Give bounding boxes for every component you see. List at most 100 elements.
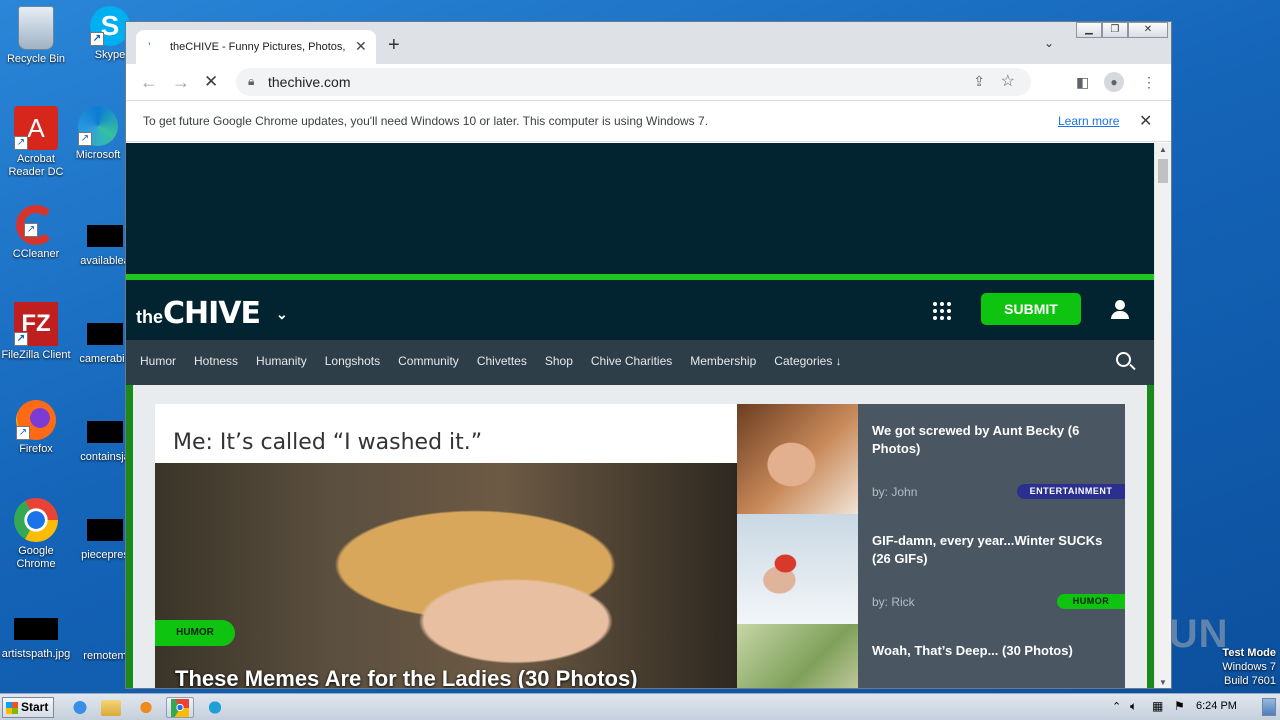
- learn-more-link[interactable]: Learn more: [1058, 114, 1119, 128]
- profile-icon[interactable]: ●: [1104, 72, 1124, 92]
- logo-chevron-down-icon[interactable]: ⌄: [276, 306, 288, 323]
- scroll-up-icon[interactable]: ▲: [1159, 145, 1167, 154]
- taskbar-media-player-icon[interactable]: [134, 697, 158, 718]
- update-infobar: To get future Google Chrome updates, you…: [126, 100, 1171, 142]
- acrobat-icon: A ↗: [14, 106, 58, 150]
- desktop-icon-firefox[interactable]: ↗ Firefox: [1, 400, 71, 456]
- side-panel-icon[interactable]: ◧: [1076, 74, 1089, 91]
- taskbar-explorer-icon[interactable]: [101, 700, 121, 716]
- tab-thechive[interactable]: ’ theCHIVE - Funny Pictures, Photos, ✕: [136, 30, 376, 64]
- ad-banner: [126, 143, 1154, 274]
- window-controls: ▁ ❐ ✕: [1076, 22, 1168, 38]
- file-icon: [87, 225, 123, 247]
- nav-longshots[interactable]: Longshots: [325, 354, 380, 368]
- tray-show-hidden-icon[interactable]: ⌃: [1112, 700, 1121, 713]
- scrollbar-thumb[interactable]: [1158, 159, 1168, 183]
- apps-grid-icon[interactable]: [933, 302, 951, 320]
- infobar-message: To get future Google Chrome updates, you…: [143, 114, 709, 128]
- chrome-icon: [14, 498, 58, 542]
- nav-community[interactable]: Community: [398, 354, 459, 368]
- file-icon: [87, 519, 123, 541]
- page-content: theCHIVE ⌄ SUBMIT Humor Hotness Humanity…: [126, 143, 1171, 688]
- article-card[interactable]: GIF-damn, every year...Winter SUCKs (26 …: [737, 514, 1125, 624]
- hero-image[interactable]: [155, 463, 737, 688]
- desktop-icon-recycle-bin[interactable]: Recycle Bin: [1, 6, 71, 66]
- thechive-logo[interactable]: theCHIVE ⌄: [136, 296, 288, 331]
- restore-button[interactable]: ❐: [1101, 22, 1128, 38]
- search-icon[interactable]: [1116, 352, 1136, 372]
- nav-humor[interactable]: Humor: [140, 354, 176, 368]
- file-icon: [87, 628, 123, 642]
- share-icon[interactable]: ⇪: [973, 73, 985, 90]
- article-thumbnail[interactable]: [737, 624, 858, 688]
- nav-chive-charities[interactable]: Chive Charities: [591, 354, 672, 368]
- tab-strip: ’ theCHIVE - Funny Pictures, Photos, ✕ +…: [126, 22, 1171, 64]
- minimize-button[interactable]: ▁: [1076, 22, 1102, 38]
- windows-test-mode-watermark: Test Mode Windows 7 Build 7601: [1222, 647, 1276, 687]
- lock-icon[interactable]: 🔒︎: [248, 74, 254, 89]
- nav-membership[interactable]: Membership: [690, 354, 756, 368]
- edge-icon: ↗: [78, 106, 118, 146]
- category-badge[interactable]: ENTERTAINMENT: [1017, 484, 1125, 499]
- nav-hotness[interactable]: Hotness: [194, 354, 238, 368]
- file-icon: [14, 618, 58, 640]
- hero-meme-caption: Me: It’s called “I washed it.”: [173, 430, 483, 455]
- close-window-button[interactable]: ✕: [1127, 22, 1168, 38]
- desktop-icon-chrome[interactable]: Google Chrome: [1, 498, 71, 571]
- tray-volume-icon[interactable]: 🔈︎: [1130, 699, 1137, 714]
- taskbar: Start ⌃ 🔈︎ ▦ ⚑ 6:24 PM: [0, 693, 1280, 720]
- start-button[interactable]: Start: [2, 697, 54, 718]
- hero-article[interactable]: Me: It’s called “I washed it.” HUMOR The…: [155, 404, 737, 688]
- tab-close-icon[interactable]: ✕: [355, 38, 367, 55]
- ccleaner-icon: ↗: [16, 205, 56, 245]
- firefox-icon: ↗: [16, 400, 56, 440]
- taskbar-ie-icon[interactable]: [68, 697, 92, 718]
- article-card[interactable]: Woah, That’s Deep... (30 Photos): [737, 624, 1125, 688]
- article-thumbnail[interactable]: [737, 514, 858, 624]
- address-bar[interactable]: 🔒︎ thechive.com ⇪ ☆: [236, 68, 1031, 96]
- page-scrollbar[interactable]: ▲ ▼: [1154, 143, 1171, 688]
- scroll-down-icon[interactable]: ▼: [1159, 678, 1167, 687]
- article-card[interactable]: We got screwed by Aunt Becky (6 Photos) …: [737, 404, 1125, 514]
- tab-search-chevron-icon[interactable]: ⌄: [1044, 36, 1054, 50]
- windows-logo-icon: [6, 702, 18, 714]
- tray-network-icon[interactable]: ▦: [1152, 699, 1163, 713]
- taskbar-chrome-icon[interactable]: [166, 697, 194, 718]
- article-title[interactable]: Woah, That’s Deep... (30 Photos): [872, 642, 1112, 660]
- nav-chivettes[interactable]: Chivettes: [477, 354, 527, 368]
- new-tab-button[interactable]: +: [388, 34, 400, 57]
- article-author: by: Rick: [872, 595, 915, 609]
- back-icon[interactable]: ←: [140, 72, 158, 93]
- show-desktop-button[interactable]: [1262, 698, 1276, 716]
- article-title[interactable]: We got screwed by Aunt Becky (6 Photos): [872, 422, 1112, 458]
- submit-button[interactable]: SUBMIT: [981, 293, 1081, 325]
- filezilla-icon: FZ ↗: [14, 302, 58, 346]
- loading-favicon-icon: ’: [148, 40, 151, 54]
- category-badge[interactable]: HUMOR: [1057, 594, 1125, 609]
- user-account-icon[interactable]: [1110, 300, 1130, 320]
- desktop-icon-acrobat[interactable]: A ↗ Acrobat Reader DC: [1, 106, 71, 179]
- nav-categories[interactable]: Categories ↓: [774, 354, 841, 368]
- desktop-icon-filezilla[interactable]: FZ ↗ FileZilla Client: [1, 302, 71, 362]
- nav-shop[interactable]: Shop: [545, 354, 573, 368]
- infobar-close-icon[interactable]: ✕: [1139, 111, 1152, 131]
- site-header: theCHIVE ⌄ SUBMIT: [126, 280, 1154, 340]
- hero-category-tag[interactable]: HUMOR: [155, 620, 235, 646]
- desktop-icon-ccleaner[interactable]: ↗ CCleaner: [1, 205, 71, 261]
- taskbar-edge-icon[interactable]: [203, 697, 227, 718]
- forward-icon[interactable]: →: [172, 72, 190, 93]
- menu-kebab-icon[interactable]: ⋮: [1142, 74, 1156, 91]
- url-text[interactable]: thechive.com: [268, 74, 350, 90]
- bookmark-star-icon[interactable]: ☆: [1001, 71, 1015, 91]
- site-nav: Humor Hotness Humanity Longshots Communi…: [126, 340, 1154, 385]
- nav-humanity[interactable]: Humanity: [256, 354, 307, 368]
- recycle-bin-icon: [18, 6, 54, 50]
- hero-headline[interactable]: These Memes Are for the Ladies (30 Photo…: [175, 666, 638, 688]
- desktop-icon-edge[interactable]: ↗ Microsoft: [63, 106, 133, 162]
- stop-loading-icon[interactable]: ✕: [204, 72, 218, 92]
- article-title[interactable]: GIF-damn, every year...Winter SUCKs (26 …: [872, 532, 1112, 568]
- taskbar-clock[interactable]: 6:24 PM: [1196, 700, 1237, 712]
- tray-flag-icon[interactable]: ⚑: [1174, 699, 1185, 713]
- article-thumbnail[interactable]: [737, 404, 858, 514]
- desktop-icon-file-5[interactable]: artistspath.jpg: [1, 608, 71, 661]
